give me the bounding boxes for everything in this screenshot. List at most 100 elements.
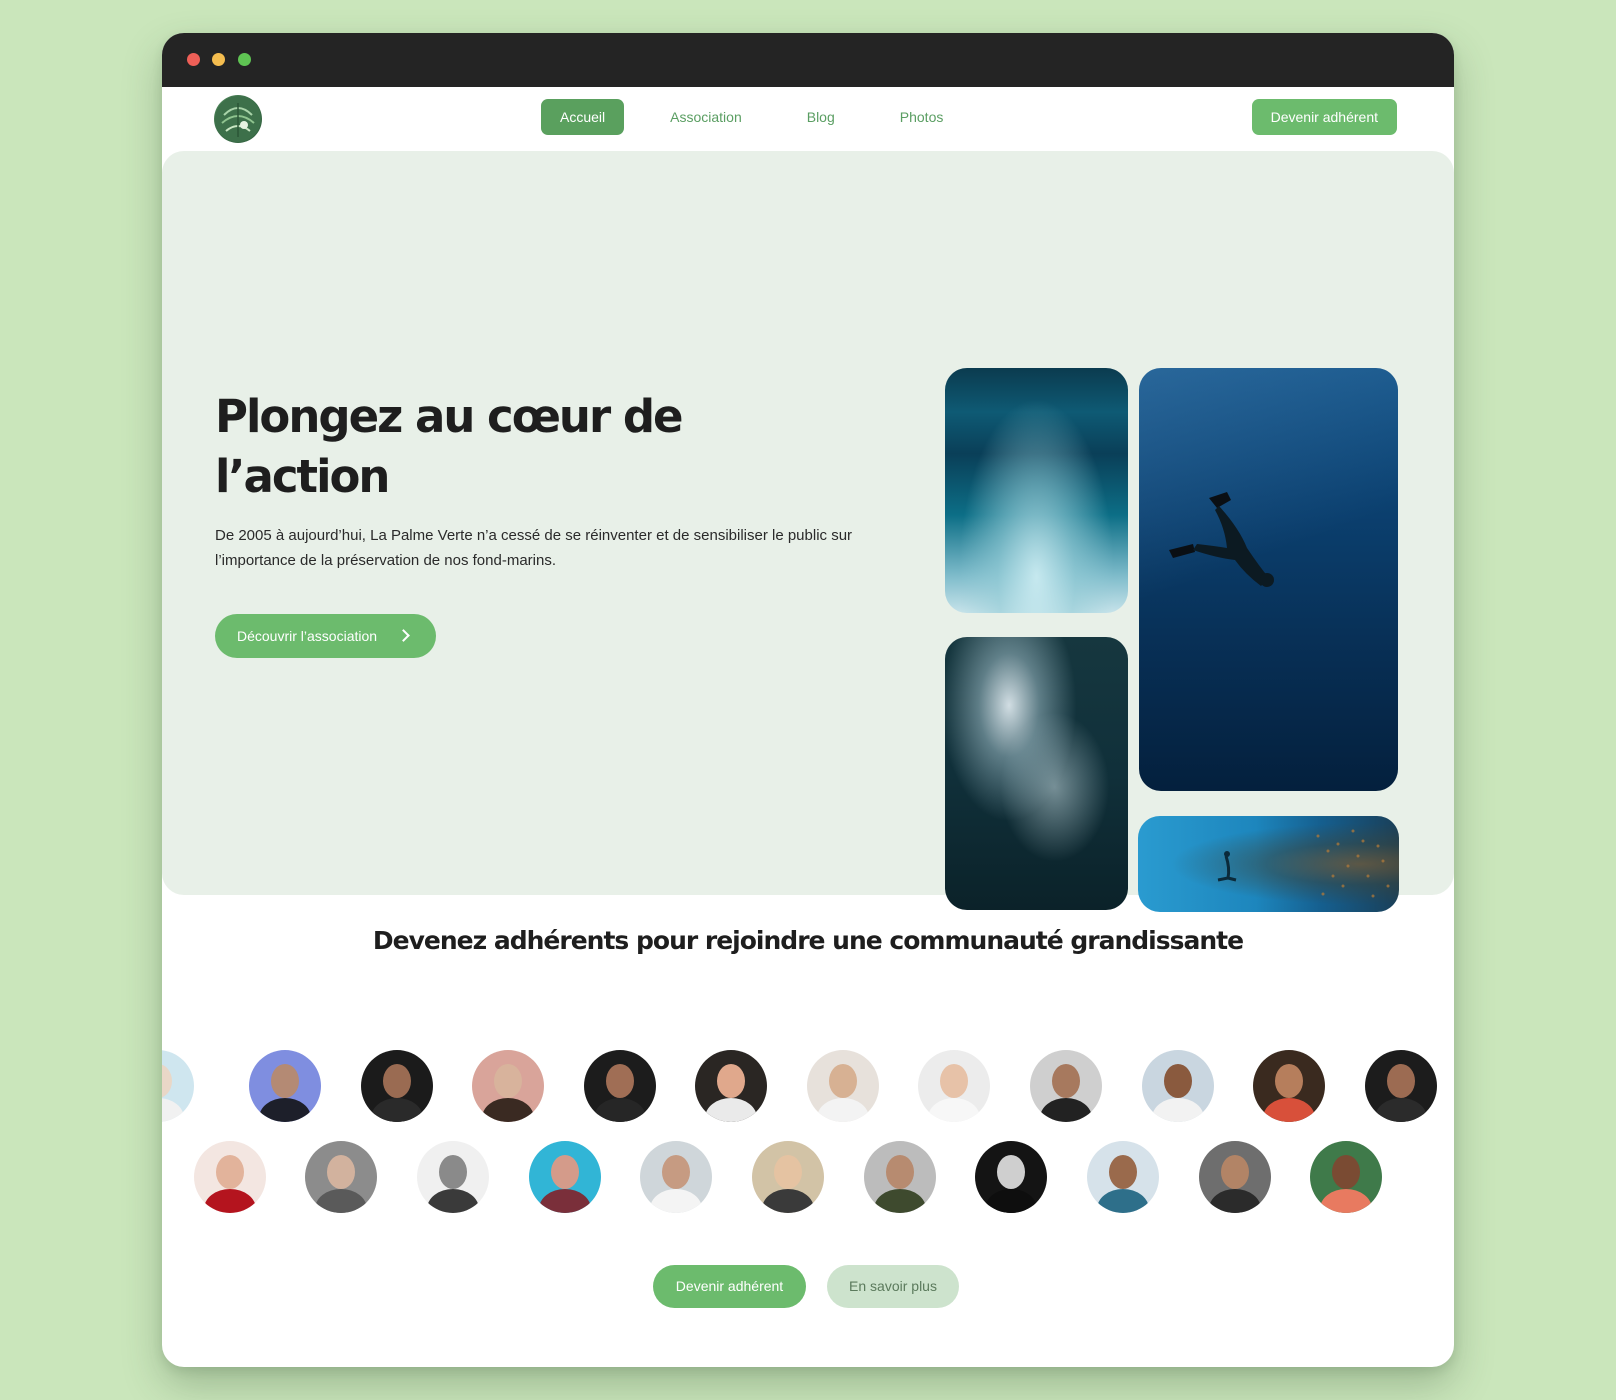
avatar-shoulders xyxy=(1152,1098,1204,1122)
avatar-shoulders xyxy=(1097,1189,1149,1213)
member-avatar xyxy=(361,1050,433,1122)
avatar-shoulders xyxy=(204,1189,256,1213)
avatar-shoulders xyxy=(1040,1098,1092,1122)
member-avatar xyxy=(417,1141,489,1213)
avatar-face xyxy=(774,1155,802,1189)
member-avatar xyxy=(1199,1141,1271,1213)
photo-freediver xyxy=(1139,368,1398,791)
avatar-face xyxy=(662,1155,690,1189)
become-member-button[interactable]: Devenir adhérent xyxy=(653,1265,806,1308)
member-avatar xyxy=(162,1050,194,1122)
avatar-shoulders xyxy=(539,1189,591,1213)
member-avatar xyxy=(584,1050,656,1122)
avatar-shoulders xyxy=(928,1098,980,1122)
member-avatar xyxy=(1253,1050,1325,1122)
freediver-silhouette-icon xyxy=(1169,492,1274,587)
avatar-shoulders xyxy=(650,1189,702,1213)
member-avatar xyxy=(305,1141,377,1213)
site-logo[interactable] xyxy=(214,95,262,143)
avatar-face xyxy=(1332,1155,1360,1189)
hero-description: De 2005 à aujourd’hui, La Palme Verte n’… xyxy=(215,527,853,569)
avatar-shoulders xyxy=(259,1098,311,1122)
avatar-face xyxy=(717,1064,745,1098)
avatar-face xyxy=(997,1155,1025,1189)
avatar-face xyxy=(886,1155,914,1189)
member-avatar xyxy=(975,1141,1047,1213)
close-window-dot[interactable] xyxy=(187,53,200,66)
hero-title: Plongez au cœur de l’action xyxy=(215,387,775,507)
avatar-shoulders xyxy=(1263,1098,1315,1122)
member-avatar xyxy=(918,1050,990,1122)
window-titlebar xyxy=(162,33,1454,87)
member-avatar xyxy=(1142,1050,1214,1122)
member-avatar xyxy=(695,1050,767,1122)
avatar-shoulders xyxy=(985,1189,1037,1213)
nav-item-accueil[interactable]: Accueil xyxy=(541,99,625,135)
avatar-face xyxy=(1164,1064,1192,1098)
hero-title-line1: Plongez au cœur de xyxy=(215,390,684,443)
member-avatar xyxy=(1087,1141,1159,1213)
community-title: Devenez adhérents pour rejoindre une com… xyxy=(372,926,1244,955)
avatar-shoulders xyxy=(762,1189,814,1213)
member-avatar xyxy=(529,1141,601,1213)
avatar-shoulders xyxy=(817,1098,869,1122)
member-avatar xyxy=(640,1141,712,1213)
main-nav: Accueil Association Blog Photos xyxy=(541,99,989,135)
avatar-face xyxy=(271,1064,299,1098)
chevron-right-icon xyxy=(397,629,410,642)
avatar-shoulders xyxy=(705,1098,757,1122)
member-avatar xyxy=(194,1141,266,1213)
nav-item-photos[interactable]: Photos xyxy=(881,99,963,135)
avatar-face xyxy=(1221,1155,1249,1189)
member-avatar xyxy=(752,1141,824,1213)
hero-section: Plongez au cœur de l’action De 2005 à au… xyxy=(162,151,1454,912)
top-navbar: Accueil Association Blog Photos Devenir … xyxy=(162,87,1454,151)
avatar-face xyxy=(1387,1064,1415,1098)
avatar-face xyxy=(606,1064,634,1098)
avatar-shoulders xyxy=(427,1189,479,1213)
avatar-shoulders xyxy=(371,1098,423,1122)
photo-ocean-waves xyxy=(945,637,1128,910)
member-avatar xyxy=(1365,1050,1437,1122)
member-avatar xyxy=(472,1050,544,1122)
member-avatar xyxy=(249,1050,321,1122)
discover-association-button[interactable]: Découvrir l’association xyxy=(215,614,436,658)
avatar-shoulders xyxy=(482,1098,534,1122)
avatar-shoulders xyxy=(1375,1098,1427,1122)
photo-diver-fish-school xyxy=(1138,816,1399,912)
diver-fish-school-icon xyxy=(1217,829,1390,898)
avatar-face xyxy=(327,1155,355,1189)
avatar-face xyxy=(439,1155,467,1189)
avatar-face xyxy=(829,1064,857,1098)
avatar-shoulders xyxy=(1320,1189,1372,1213)
minimize-window-dot[interactable] xyxy=(212,53,225,66)
avatar-face xyxy=(1109,1155,1137,1189)
discover-association-label: Découvrir l’association xyxy=(237,628,378,644)
palm-leaf-logo-icon xyxy=(215,96,261,142)
avatar-face xyxy=(216,1155,244,1189)
member-avatar xyxy=(807,1050,879,1122)
member-avatar xyxy=(1310,1141,1382,1213)
avatar-face xyxy=(383,1064,411,1098)
avatar-shoulders xyxy=(315,1189,367,1213)
avatar-shoulders xyxy=(874,1189,926,1213)
hero-title-line2: l’action xyxy=(215,450,390,503)
avatar-face xyxy=(940,1064,968,1098)
avatar-face xyxy=(494,1064,522,1098)
maximize-window-dot[interactable] xyxy=(238,53,251,66)
avatar-face xyxy=(162,1064,172,1098)
avatar-shoulders xyxy=(162,1098,184,1122)
avatar-shoulders xyxy=(1209,1189,1261,1213)
nav-item-blog[interactable]: Blog xyxy=(788,99,854,135)
browser-window: Accueil Association Blog Photos Devenir … xyxy=(162,33,1454,1367)
nav-become-member-button[interactable]: Devenir adhérent xyxy=(1251,99,1397,135)
avatar-face xyxy=(1052,1064,1080,1098)
member-avatar xyxy=(864,1141,936,1213)
avatar-face xyxy=(1275,1064,1303,1098)
learn-more-button[interactable]: En savoir plus xyxy=(827,1265,959,1308)
member-avatar xyxy=(1030,1050,1102,1122)
photo-underwater-sand xyxy=(945,368,1128,613)
avatar-shoulders xyxy=(594,1098,646,1122)
avatar-face xyxy=(551,1155,579,1189)
nav-item-association[interactable]: Association xyxy=(651,99,761,135)
